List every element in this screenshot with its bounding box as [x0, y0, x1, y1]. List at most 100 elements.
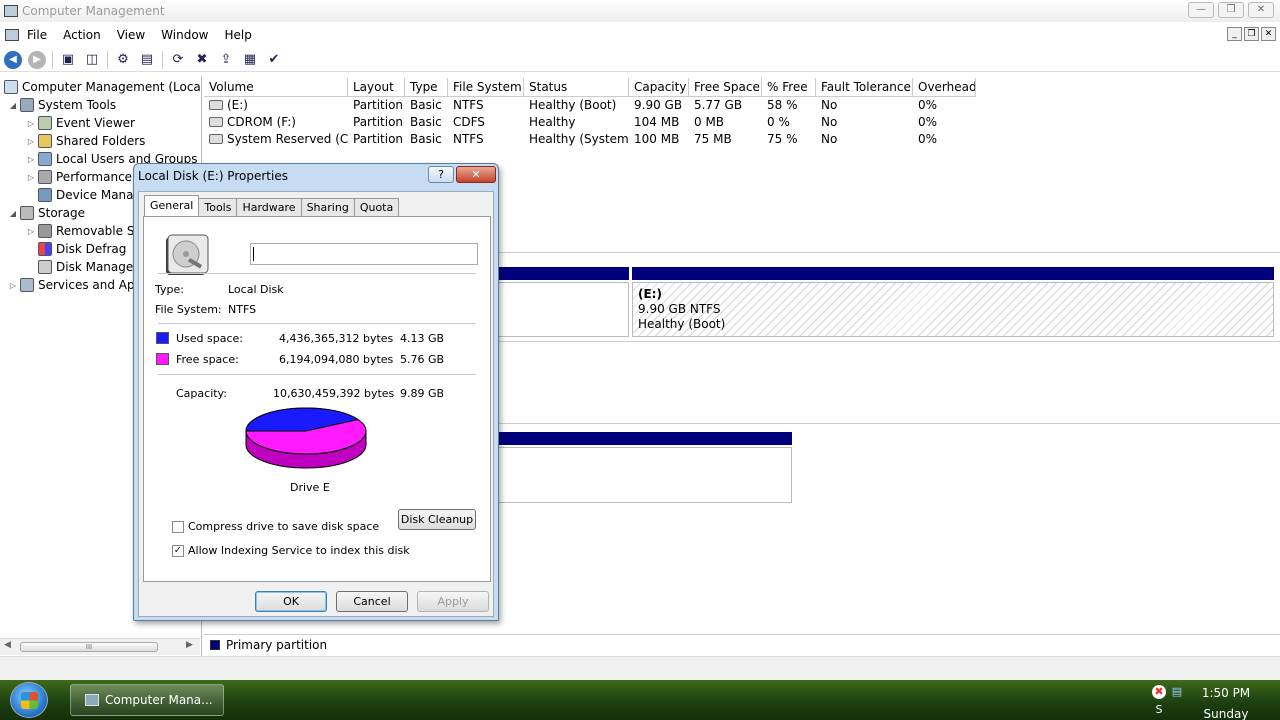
cell-file-system: NTFS: [453, 98, 484, 112]
apply-button[interactable]: Apply: [417, 591, 489, 612]
table-row[interactable]: System Reserved (C:) Partition Basic NTF…: [204, 131, 976, 148]
show-hide-tree-icon[interactable]: ◫: [83, 51, 101, 69]
disk0-partition-reserved[interactable]: [494, 282, 629, 337]
cell-layout: Partition: [353, 132, 404, 146]
tab-general[interactable]: General: [144, 195, 200, 216]
expander-closed-icon[interactable]: ▷: [8, 281, 18, 290]
tree-item-disk-defragmenter[interactable]: Disk Defrag: [36, 240, 126, 258]
tree-horizontal-scrollbar[interactable]: ◀ III ▶: [0, 638, 200, 655]
minimize-button[interactable]: —: [1188, 2, 1214, 18]
dialog-help-button[interactable]: ?: [428, 166, 454, 183]
hard-drive-icon: [209, 134, 223, 144]
tree-item-root[interactable]: Computer Management (Local): [2, 78, 201, 96]
clock-day: Sunday: [1203, 707, 1249, 720]
menu-action[interactable]: Action: [55, 28, 109, 42]
column-header-capacity[interactable]: Capacity: [629, 78, 689, 97]
tree-item-device-manager[interactable]: Device Mana: [36, 186, 134, 204]
expander-closed-icon[interactable]: ▷: [26, 227, 36, 236]
expander-closed-icon[interactable]: ▷: [26, 119, 36, 128]
back-arrow-icon[interactable]: ◀: [4, 50, 22, 69]
ok-button[interactable]: OK: [255, 591, 327, 612]
menu-view[interactable]: View: [109, 28, 153, 42]
capacity-bytes: 10,630,459,392 bytes: [273, 387, 395, 400]
column-header-layout[interactable]: Layout: [348, 78, 405, 97]
tools-icon: [20, 98, 34, 112]
menu-file[interactable]: File: [19, 28, 55, 42]
expander-closed-icon[interactable]: ▷: [26, 155, 36, 164]
column-header-overhead[interactable]: Overhead: [913, 78, 976, 97]
column-header-file-system[interactable]: File System: [448, 78, 524, 97]
mdi-restore-button[interactable]: ❐: [1244, 27, 1259, 41]
cell-fault-tolerance: No: [821, 132, 838, 146]
tray-app-icon[interactable]: S: [1152, 703, 1166, 717]
tab-tools[interactable]: Tools: [198, 198, 238, 216]
column-header-type[interactable]: Type: [405, 78, 448, 97]
table-row[interactable]: (E:) Partition Basic NTFS Healthy (Boot)…: [204, 97, 976, 114]
security-alert-icon[interactable]: ✖: [1152, 685, 1166, 699]
up-folder-icon[interactable]: ▣: [59, 51, 77, 69]
window-titlebar[interactable]: Computer Management — ❐ ✕: [0, 0, 1280, 22]
tree-item-label: Disk Defrag: [56, 242, 127, 256]
dialog-close-button[interactable]: ✕: [456, 166, 496, 183]
disk-cleanup-button[interactable]: Disk Cleanup: [398, 509, 476, 530]
scroll-right-icon[interactable]: ▶: [186, 640, 193, 650]
cell-file-system: CDFS: [453, 115, 485, 129]
tree-item-removable-storage[interactable]: ▷ Removable S: [26, 222, 134, 240]
cdrom-partition[interactable]: [494, 447, 792, 503]
help-icon[interactable]: ⇪: [217, 51, 235, 69]
volume-name-input[interactable]: [250, 243, 478, 265]
restore-button[interactable]: ❐: [1218, 2, 1244, 18]
tree-item-event-viewer[interactable]: ▷ Event Viewer: [26, 114, 135, 132]
start-button-icon[interactable]: [10, 682, 48, 718]
scrollbar-thumb[interactable]: III: [20, 642, 158, 652]
tab-hardware[interactable]: Hardware: [236, 198, 302, 216]
column-header-status[interactable]: Status: [524, 78, 629, 97]
used-space-swatch: [156, 332, 169, 344]
column-header-percent-free[interactable]: % Free: [762, 78, 816, 97]
tree-item-shared-folders[interactable]: ▷ Shared Folders: [26, 132, 145, 150]
delete-icon[interactable]: ✖: [193, 51, 211, 69]
forward-arrow-icon[interactable]: ▶: [28, 50, 46, 69]
scroll-left-icon[interactable]: ◀: [4, 640, 11, 650]
tab-sharing[interactable]: Sharing: [300, 198, 355, 216]
cancel-button[interactable]: Cancel: [336, 591, 408, 612]
compress-checkbox[interactable]: [172, 521, 184, 533]
legend-primary-partition: Primary partition: [226, 637, 328, 652]
table-row[interactable]: CDROM (F:) Partition Basic CDFS Healthy …: [204, 114, 976, 131]
network-icon[interactable]: ▤: [1170, 685, 1184, 699]
expander-open-icon[interactable]: ◢: [8, 101, 18, 110]
indexing-checkbox[interactable]: ✓: [172, 545, 184, 557]
expander-closed-icon[interactable]: ▷: [26, 173, 36, 182]
properties-icon[interactable]: ⚙: [114, 51, 132, 69]
tree-item-disk-management[interactable]: Disk Manage: [36, 258, 133, 276]
mdi-system-menu-icon[interactable]: [5, 29, 19, 41]
column-header-fault-tolerance[interactable]: Fault Tolerance: [816, 78, 913, 97]
dialog-tabs: General Tools Hardware Sharing Quota: [144, 195, 400, 216]
tree-item-performance[interactable]: ▷ Performance: [26, 168, 132, 186]
console-icon[interactable]: ▦: [241, 51, 259, 69]
close-button[interactable]: ✕: [1248, 2, 1274, 18]
menu-help[interactable]: Help: [217, 28, 260, 42]
cell-layout: Partition: [353, 98, 404, 112]
taskbar-button-computer-management[interactable]: Computer Mana...: [70, 684, 224, 716]
export-list-icon[interactable]: ▤: [138, 51, 156, 69]
tab-quota[interactable]: Quota: [353, 198, 400, 216]
cell-volume-label: CDROM (F:): [227, 115, 296, 129]
mdi-close-button[interactable]: ✕: [1261, 27, 1276, 41]
taskbar-clock[interactable]: 1:50 PM Sunday: [1196, 683, 1256, 720]
refresh-icon[interactable]: ⟳: [169, 51, 187, 69]
computer-icon: [4, 80, 18, 94]
tree-item-label: Services and Ap: [38, 278, 135, 292]
tree-item-storage[interactable]: ◢ Storage: [8, 204, 85, 222]
check-icon[interactable]: ✔: [265, 51, 283, 69]
column-header-free-space[interactable]: Free Space: [689, 78, 762, 97]
tree-item-services[interactable]: ▷ Services and Ap: [8, 276, 135, 294]
column-header-volume[interactable]: Volume: [204, 78, 348, 97]
menu-window[interactable]: Window: [153, 28, 216, 42]
cell-overhead: 0%: [918, 115, 938, 129]
disk0-partition-e[interactable]: (E:) 9.90 GB NTFS Healthy (Boot): [632, 282, 1274, 337]
expander-closed-icon[interactable]: ▷: [26, 137, 36, 146]
mdi-minimize-button[interactable]: _: [1227, 27, 1242, 41]
expander-open-icon[interactable]: ◢: [8, 209, 18, 218]
tree-item-system-tools[interactable]: ◢ System Tools: [8, 96, 116, 114]
